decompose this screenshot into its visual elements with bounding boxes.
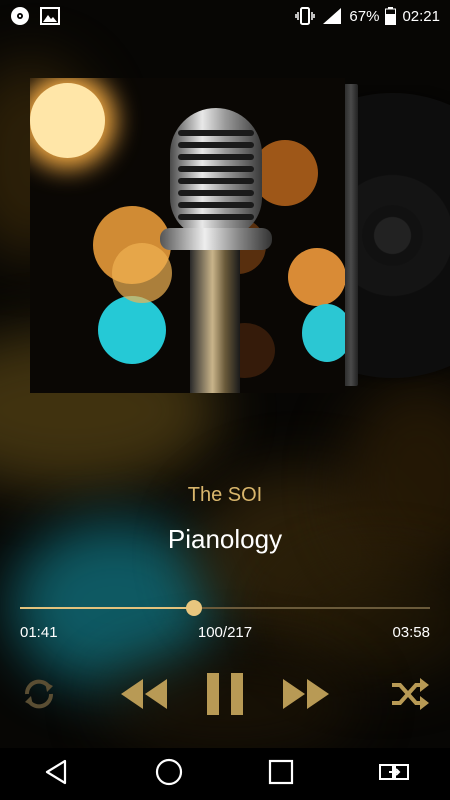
- status-bar: 67% 02:21: [0, 0, 450, 32]
- screen-mirror-icon: [378, 759, 410, 790]
- signal-icon: [321, 7, 343, 25]
- navigation-bar: [0, 748, 450, 800]
- artist-name: The SOI: [187, 484, 263, 506]
- battery-level: 67%: [349, 7, 380, 25]
- home-icon: [155, 758, 183, 791]
- seek-bar[interactable]: [20, 600, 430, 616]
- image-icon: [40, 7, 60, 25]
- back-icon: [43, 759, 69, 790]
- recents-button[interactable]: [225, 748, 338, 800]
- next-button[interactable]: [278, 670, 334, 722]
- repeat-icon: [19, 674, 59, 719]
- next-icon: [281, 677, 331, 716]
- track-title: Pianology: [167, 524, 283, 554]
- track-position: 100/217: [197, 624, 253, 641]
- battery-icon: [385, 7, 397, 25]
- pause-button[interactable]: [200, 670, 250, 722]
- vinyl-record: [345, 85, 450, 390]
- total-duration: 03:58: [392, 624, 430, 641]
- back-button[interactable]: [0, 748, 113, 800]
- seek-bar-thumb[interactable]: [185, 600, 202, 616]
- cd-icon: [10, 6, 30, 26]
- previous-button[interactable]: [116, 670, 172, 722]
- shuffle-button[interactable]: [388, 670, 432, 722]
- clock: 02:21: [402, 7, 440, 25]
- screen-mirror-button[interactable]: [338, 748, 450, 800]
- shuffle-icon: [390, 677, 430, 716]
- record-sleeve-edge: [344, 84, 358, 386]
- previous-icon: [119, 677, 169, 716]
- vibrate-icon: [295, 7, 316, 25]
- pause-icon: [205, 671, 245, 722]
- album-art: [30, 78, 345, 393]
- repeat-button[interactable]: [18, 670, 60, 722]
- home-button[interactable]: [113, 748, 226, 800]
- seek-bar-fill: [20, 607, 194, 609]
- recents-icon: [268, 759, 294, 790]
